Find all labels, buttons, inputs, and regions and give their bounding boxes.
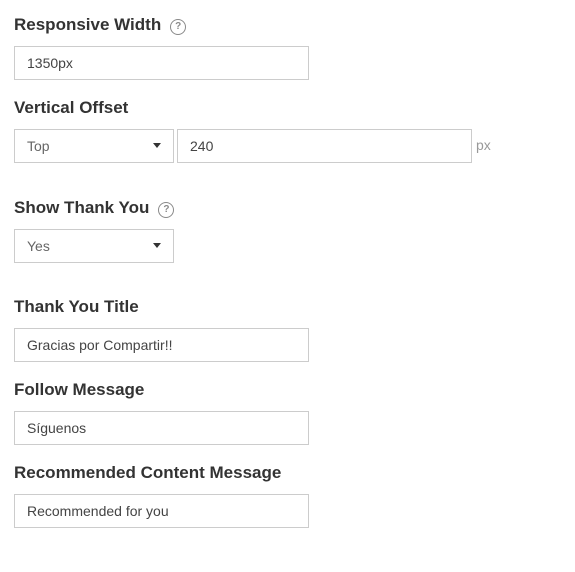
vertical-offset-unit: px [476, 137, 491, 153]
responsive-width-label: Responsive Width ? [14, 15, 187, 35]
recommended-content-message-label-text: Recommended Content Message [14, 463, 282, 482]
show-thank-you-value: Yes [27, 238, 50, 254]
vertical-offset-label-text: Vertical Offset [14, 98, 129, 117]
chevron-down-icon [153, 242, 161, 248]
thank-you-title-label-text: Thank You Title [14, 297, 139, 316]
responsive-width-input[interactable]: 1350px [14, 46, 309, 80]
follow-message-input[interactable]: Síguenos [14, 411, 309, 445]
responsive-width-label-text: Responsive Width [14, 15, 162, 34]
vertical-offset-position-select[interactable]: Top [14, 129, 174, 163]
recommended-content-message-input[interactable]: Recommended for you [14, 494, 309, 528]
help-icon[interactable]: ? [170, 18, 187, 35]
thank-you-title-label: Thank You Title [14, 297, 139, 317]
vertical-offset-position-value: Top [27, 138, 50, 154]
show-thank-you-label-text: Show Thank You [14, 198, 150, 217]
recommended-content-message-label: Recommended Content Message [14, 463, 281, 483]
vertical-offset-label: Vertical Offset [14, 98, 128, 118]
follow-message-label: Follow Message [14, 380, 144, 400]
thank-you-title-input[interactable]: Gracias por Compartir!! [14, 328, 309, 362]
follow-message-label-text: Follow Message [14, 380, 145, 399]
help-icon[interactable]: ? [158, 201, 175, 218]
chevron-down-icon [153, 142, 161, 148]
show-thank-you-label: Show Thank You ? [14, 198, 175, 218]
vertical-offset-input[interactable]: 240 [177, 129, 472, 163]
show-thank-you-select[interactable]: Yes [14, 229, 174, 263]
